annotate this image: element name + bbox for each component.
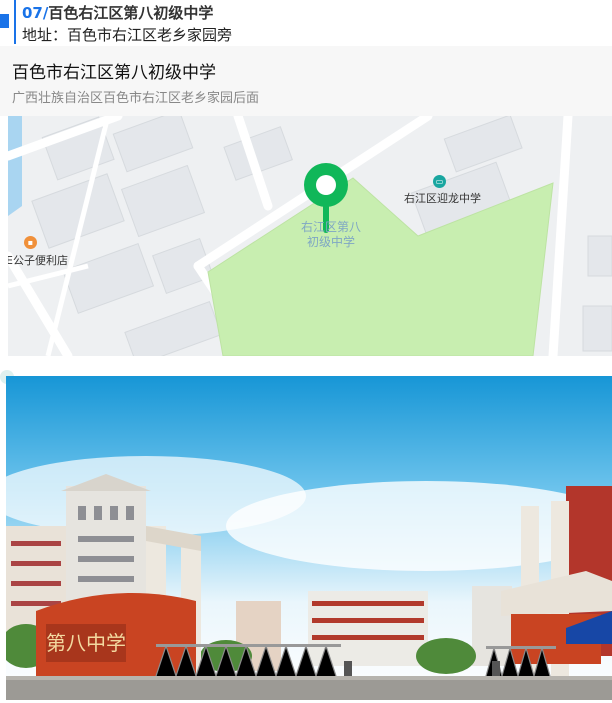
gate-sign: 第八中学 xyxy=(46,631,126,655)
section-header: 07/百色右江区第八初级中学 地址：百色市右江区老乡家园旁 xyxy=(0,0,612,44)
water-area xyxy=(8,116,22,216)
section-title-text: 百色右江区第八初级中学 xyxy=(48,4,214,22)
section-title: 07/百色右江区第八初级中学 xyxy=(22,2,213,23)
header-divider xyxy=(14,0,16,44)
header-accent-bar xyxy=(0,14,9,28)
shop-icon: ▪ xyxy=(24,236,37,249)
map-label-school: 右江区第八 初级中学 xyxy=(300,220,361,249)
location-address: 广西壮族自治区百色市右江区老乡家园后面 xyxy=(12,91,260,106)
school-gate-photo: 第八中学 xyxy=(6,376,612,700)
map-view[interactable]: 右江区第八 初级中学 ▭ 右江区迎龙中学 ▪ E公子便利店 xyxy=(8,116,612,356)
section-number: 07/ xyxy=(22,4,49,22)
school-icon: ▭ xyxy=(433,175,446,188)
section-address: 地址：百色市右江区老乡家园旁 xyxy=(22,26,233,44)
location-name: 百色市右江区第八初级中学 xyxy=(12,63,216,83)
location-card[interactable]: 百色市右江区第八初级中学 广西壮族自治区百色市右江区老乡家园后面 xyxy=(0,46,612,116)
